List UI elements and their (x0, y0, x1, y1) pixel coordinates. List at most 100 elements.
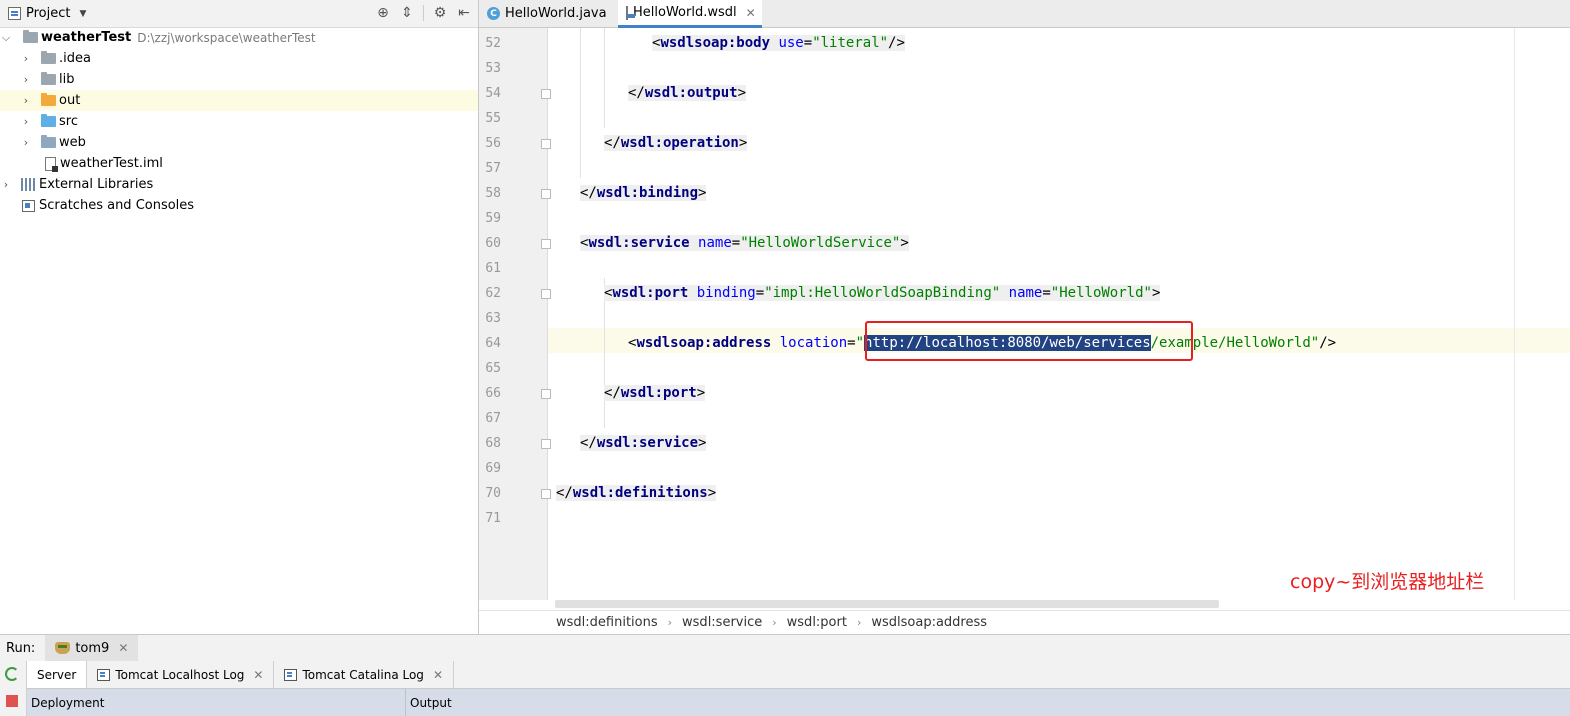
module-file-icon (45, 156, 58, 172)
column-output[interactable]: Output (406, 689, 1570, 716)
chevron-right-icon[interactable]: › (21, 52, 31, 65)
chevron-right-icon: › (772, 616, 777, 629)
module-folder-icon (23, 30, 38, 43)
chevron-right-icon[interactable]: › (21, 115, 31, 128)
indent-guide (580, 28, 581, 178)
tree-item-weathertest[interactable]: ⌵ weatherTest D:\zzj\workspace\weatherTe… (0, 27, 478, 48)
tab-label: Server (37, 667, 77, 682)
stop-icon[interactable] (6, 695, 18, 707)
library-icon (21, 178, 35, 191)
line-number: 67 (485, 411, 501, 426)
rerun-icon[interactable] (5, 667, 19, 681)
code-line-54: </wsdl:output> (628, 85, 747, 101)
tree-item-iml[interactable]: weatherTest.iml (0, 153, 478, 174)
java-class-icon: C (487, 7, 500, 20)
tree-item-label: lib (59, 72, 75, 87)
wsdl-file-icon (626, 5, 635, 20)
code-editor: C HelloWorld.java HelloWorld.wsdl ✕ 52 5… (479, 0, 1570, 634)
line-number: 55 (485, 111, 501, 126)
tree-item-label: weatherTest.iml (60, 156, 163, 171)
run-toolbar (0, 661, 27, 716)
breadcrumb-item[interactable]: wsdl:port (787, 615, 847, 630)
line-number: 65 (485, 361, 501, 376)
chevron-right-icon[interactable]: › (1, 178, 11, 191)
close-icon[interactable]: ✕ (746, 6, 756, 20)
tomcat-icon (55, 642, 71, 654)
run-tabs: Server Tomcat Localhost Log ✕ Tomcat Cat… (27, 661, 1570, 689)
run-label: Run: (6, 640, 36, 656)
editor-tab-bar: C HelloWorld.java HelloWorld.wsdl ✕ (479, 0, 1570, 28)
close-icon[interactable]: ✕ (433, 668, 443, 682)
tab-tomcat-localhost-log[interactable]: Tomcat Localhost Log ✕ (87, 661, 275, 688)
collapse-all-icon[interactable]: ⇕ (399, 5, 415, 21)
indent-guide (604, 28, 605, 128)
run-panel: Run: tom9 ✕ Server Tomcat Localhost Log … (0, 634, 1570, 716)
tree-item-external-libraries[interactable]: › External Libraries (0, 174, 478, 195)
right-margin-guide (1514, 28, 1515, 600)
chevron-right-icon[interactable]: › (21, 94, 31, 107)
chevron-right-icon[interactable]: › (21, 136, 31, 149)
line-number: 52 (485, 36, 501, 51)
web-folder-icon (41, 135, 56, 148)
code-line-62: <wsdl:port binding="impl:HelloWorldSoapB… (604, 285, 1161, 301)
tab-server[interactable]: Server (27, 661, 88, 688)
tree-item-label: src (59, 114, 78, 129)
tree-item-label: External Libraries (39, 177, 154, 192)
column-deployment[interactable]: Deployment (27, 689, 406, 716)
run-config-tab[interactable]: tom9 ✕ (45, 635, 139, 661)
line-number: 60 (485, 236, 501, 251)
code-line-66: </wsdl:port> (604, 385, 706, 401)
close-icon[interactable]: ✕ (118, 641, 128, 655)
project-panel: Project ▼ ⊕ ⇕ ⚙ ⇤ ⌵ weatherTest D:\zzj\w… (0, 0, 479, 634)
line-number: 69 (485, 461, 501, 476)
tab-helloworld-java[interactable]: C HelloWorld.java (479, 0, 617, 27)
tree-item-web[interactable]: › web (0, 132, 478, 153)
tab-label: HelloWorld.java (505, 6, 607, 21)
run-table-header: Deployment Output (27, 689, 1570, 716)
tree-item-src[interactable]: › src (0, 111, 478, 132)
code-line-68: </wsdl:service> (580, 435, 707, 451)
project-panel-toolbar: ⊕ ⇕ ⚙ ⇤ (375, 5, 472, 21)
breadcrumb-item[interactable]: wsdl:service (682, 615, 762, 630)
tab-label: HelloWorld.wsdl (633, 5, 737, 20)
tree-item-lib[interactable]: › lib (0, 69, 478, 90)
line-number: 70 (485, 486, 501, 501)
chevron-right-icon[interactable]: › (21, 73, 31, 86)
column-label: Deployment (31, 695, 105, 710)
horizontal-scrollbar[interactable] (555, 600, 1219, 608)
line-number: 56 (485, 136, 501, 151)
tree-item-out[interactable]: › out (0, 90, 478, 111)
log-icon (284, 668, 298, 681)
gear-icon[interactable]: ⚙ (432, 5, 448, 21)
line-number: 64 (485, 336, 501, 351)
folder-icon (41, 72, 56, 85)
tab-tomcat-catalina-log[interactable]: Tomcat Catalina Log ✕ (274, 661, 454, 688)
line-number: 58 (485, 186, 501, 201)
close-icon[interactable]: ✕ (253, 668, 263, 682)
tree-item-idea[interactable]: › .idea (0, 48, 478, 69)
code-line-60: <wsdl:service name="HelloWorldService"> (580, 235, 909, 251)
folder-icon (41, 51, 56, 64)
toolbar-divider (423, 5, 424, 21)
locate-file-icon[interactable]: ⊕ (375, 5, 391, 21)
tab-helloworld-wsdl[interactable]: HelloWorld.wsdl ✕ (618, 0, 762, 28)
source-folder-icon (41, 114, 56, 127)
run-panel-header: Run: tom9 ✕ (0, 635, 1570, 661)
line-number: 66 (485, 386, 501, 401)
chevron-right-icon: › (856, 616, 862, 629)
chevron-down-icon[interactable]: ⌵ (1, 31, 11, 45)
breadcrumb-item[interactable]: wsdl:definitions (556, 615, 658, 630)
breadcrumb: wsdl:definitions › wsdl:service › wsdl:p… (479, 610, 1570, 634)
tree-item-label: out (59, 93, 81, 108)
tree-item-label: .idea (59, 51, 91, 66)
tree-item-label: web (59, 135, 86, 150)
tree-item-scratches[interactable]: Scratches and Consoles (0, 195, 478, 216)
project-view-selector[interactable]: Project ▼ (8, 5, 86, 22)
tree-item-path: D:\zzj\workspace\weatherTest (137, 30, 316, 45)
project-icon (8, 7, 21, 20)
code-line-70: </wsdl:definitions> (556, 485, 717, 501)
code-area[interactable]: <wsdlsoap:body use="literal"/> </wsdl:ou… (548, 28, 1570, 600)
scratches-icon (22, 199, 35, 212)
hide-panel-icon[interactable]: ⇤ (456, 5, 472, 21)
breadcrumb-item[interactable]: wsdlsoap:address (871, 615, 987, 630)
